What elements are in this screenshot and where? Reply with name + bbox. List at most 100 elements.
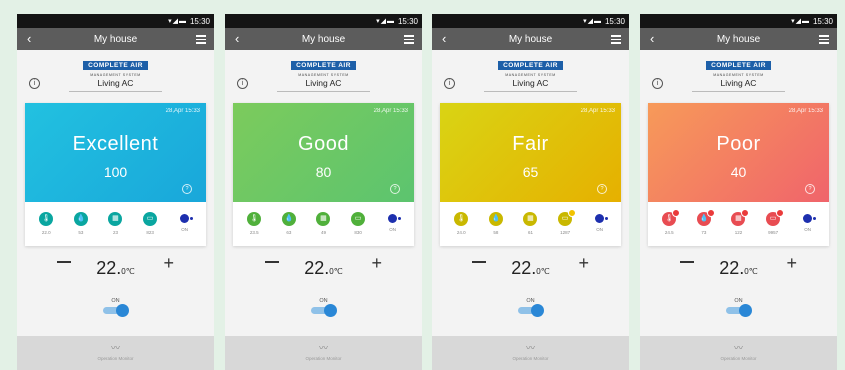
metric-item[interactable]: 💧 73 <box>691 209 717 235</box>
metric-item[interactable]: ▭ 830 <box>345 212 371 235</box>
phone-screen: ▾◢▬ 15:30 ‹ My house COMPLETE AIR MANAGE… <box>225 14 422 370</box>
back-icon[interactable]: ‹ <box>27 31 31 46</box>
fan-icon: ▦ <box>523 212 538 226</box>
metric-item[interactable]: 🌡 24.5 <box>656 209 682 235</box>
metric-item[interactable]: ▦ 49 <box>310 212 336 235</box>
power-toggle[interactable] <box>311 304 337 317</box>
app-header: ‹ My house <box>225 28 422 50</box>
increase-temp-button[interactable]: + <box>163 253 174 274</box>
device-selector[interactable]: i Living AC <box>640 76 837 96</box>
info-icon[interactable]: i <box>652 78 663 89</box>
air-quality-card: 28,Apr 15:33 Fair 65 ? 🌡 24.0 💧 58 ▦ 61 ▭ 1287 O… <box>440 103 621 246</box>
metric-item[interactable]: ▭ 1287 <box>552 209 578 235</box>
metric-value: 823 <box>146 230 154 235</box>
metric-item[interactable]: 🌡 23.5 <box>241 212 267 235</box>
help-icon[interactable]: ? <box>597 184 607 194</box>
air-quality-card: 28,Apr 15:33 Poor 40 ? 🌡 24.5 💧 73 ▦ 122 ▭ 9957… <box>648 103 829 246</box>
chart-icon: 〰 <box>525 343 535 353</box>
status-time: 15:30 <box>604 16 625 26</box>
back-icon[interactable]: ‹ <box>442 31 446 46</box>
device-name[interactable]: Living AC <box>225 76 422 88</box>
thermometer-icon: 🌡 <box>454 212 469 226</box>
metric-item[interactable]: 💧 63 <box>276 212 302 235</box>
decrease-temp-button[interactable] <box>680 261 694 263</box>
metric-item[interactable]: 💧 58 <box>483 212 509 235</box>
info-icon[interactable]: i <box>444 78 455 89</box>
warning-badge <box>672 209 681 217</box>
info-icon[interactable]: i <box>237 78 248 89</box>
decrease-temp-button[interactable] <box>472 261 486 263</box>
date-time: 28,Apr 15:33 <box>373 108 408 114</box>
metric-value: ON <box>181 227 189 232</box>
temperature-control: 22.0℃ + <box>225 253 422 279</box>
metric-value: ON <box>389 227 397 232</box>
power-toggle[interactable] <box>726 304 752 317</box>
footer-tab[interactable]: 〰 Operation Monitor <box>225 336 422 370</box>
metric-item[interactable]: ▭ 9957 <box>760 209 786 235</box>
temperature-value: 22.0℃ <box>96 258 135 278</box>
quality-panel: 28,Apr 15:33 Poor 40 ? <box>648 103 829 202</box>
quality-panel: 28,Apr 15:33 Excellent 100 ? <box>25 103 206 202</box>
back-icon[interactable]: ‹ <box>650 31 654 46</box>
metric-item[interactable]: ON <box>587 212 613 235</box>
metric-item[interactable]: ▭ 823 <box>137 212 163 235</box>
help-icon[interactable]: ? <box>390 184 400 194</box>
chart-icon: 〰 <box>318 343 328 353</box>
device-selector[interactable]: i Living AC <box>17 76 214 96</box>
device-selector[interactable]: i Living AC <box>225 76 422 96</box>
metric-value: ON <box>804 227 812 232</box>
metric-value: 73 <box>701 230 707 235</box>
device-name[interactable]: Living AC <box>432 76 629 88</box>
logo-mark: COMPLETE AIR <box>498 61 563 70</box>
metric-item[interactable]: ON <box>172 212 198 235</box>
pm25-icon: ▭ <box>143 212 158 226</box>
info-icon[interactable]: i <box>29 78 40 89</box>
quality-panel: 28,Apr 15:33 Good 80 ? <box>233 103 414 202</box>
metric-value: 24.5 <box>664 230 674 235</box>
power-toggle[interactable] <box>518 304 544 317</box>
air-quality-card: 28,Apr 15:33 Excellent 100 ? 🌡 22.0 💧 53 ▦ 23… <box>25 103 206 246</box>
menu-icon[interactable] <box>611 35 621 46</box>
drop-icon: 💧 <box>488 212 503 226</box>
date-time: 28,Apr 15:33 <box>165 108 200 114</box>
menu-icon[interactable] <box>196 35 206 46</box>
increase-temp-button[interactable]: + <box>786 253 797 274</box>
back-icon[interactable]: ‹ <box>235 31 239 46</box>
menu-icon[interactable] <box>404 35 414 46</box>
thermometer-icon: 🌡 <box>39 212 54 226</box>
drop-icon: 💧 <box>73 212 88 226</box>
help-icon[interactable]: ? <box>805 184 815 194</box>
device-name[interactable]: Living AC <box>17 76 214 88</box>
warning-badge <box>706 209 715 217</box>
temperature-value: 22.0℃ <box>511 258 550 278</box>
metric-value: 1287 <box>560 230 571 235</box>
footer-tab[interactable]: 〰 Operation Monitor <box>432 336 629 370</box>
decrease-temp-button[interactable] <box>57 261 71 263</box>
page-title: My house <box>93 33 138 45</box>
pm25-icon: ▭ <box>351 212 366 226</box>
decrease-temp-button[interactable] <box>265 261 279 263</box>
signal-icon: ▾◢▬ <box>168 18 187 25</box>
footer-tab[interactable]: 〰 Operation Monitor <box>640 336 837 370</box>
app-header: ‹ My house <box>17 28 214 50</box>
quality-score: 100 <box>103 164 128 180</box>
metric-item[interactable]: ON <box>795 212 821 235</box>
device-selector[interactable]: i Living AC <box>432 76 629 96</box>
phone-screen: ▾◢▬ 15:30 ‹ My house COMPLETE AIR MANAGE… <box>640 14 837 370</box>
power-toggle[interactable] <box>103 304 129 317</box>
metric-item[interactable]: 💧 53 <box>68 212 94 235</box>
increase-temp-button[interactable]: + <box>371 253 382 274</box>
page-title: My house <box>508 33 553 45</box>
metric-item[interactable]: ▦ 61 <box>517 212 543 235</box>
metric-item[interactable]: ▦ 23 <box>102 212 128 235</box>
metric-item[interactable]: ON <box>380 212 406 235</box>
help-icon[interactable]: ? <box>182 184 192 194</box>
signal-icon: ▾◢▬ <box>583 18 602 25</box>
metric-item[interactable]: ▦ 122 <box>725 209 751 235</box>
metric-item[interactable]: 🌡 22.0 <box>33 212 59 235</box>
footer-tab[interactable]: 〰 Operation Monitor <box>17 336 214 370</box>
menu-icon[interactable] <box>819 35 829 46</box>
increase-temp-button[interactable]: + <box>578 253 589 274</box>
metric-item[interactable]: 🌡 24.0 <box>448 212 474 235</box>
device-name[interactable]: Living AC <box>640 76 837 88</box>
